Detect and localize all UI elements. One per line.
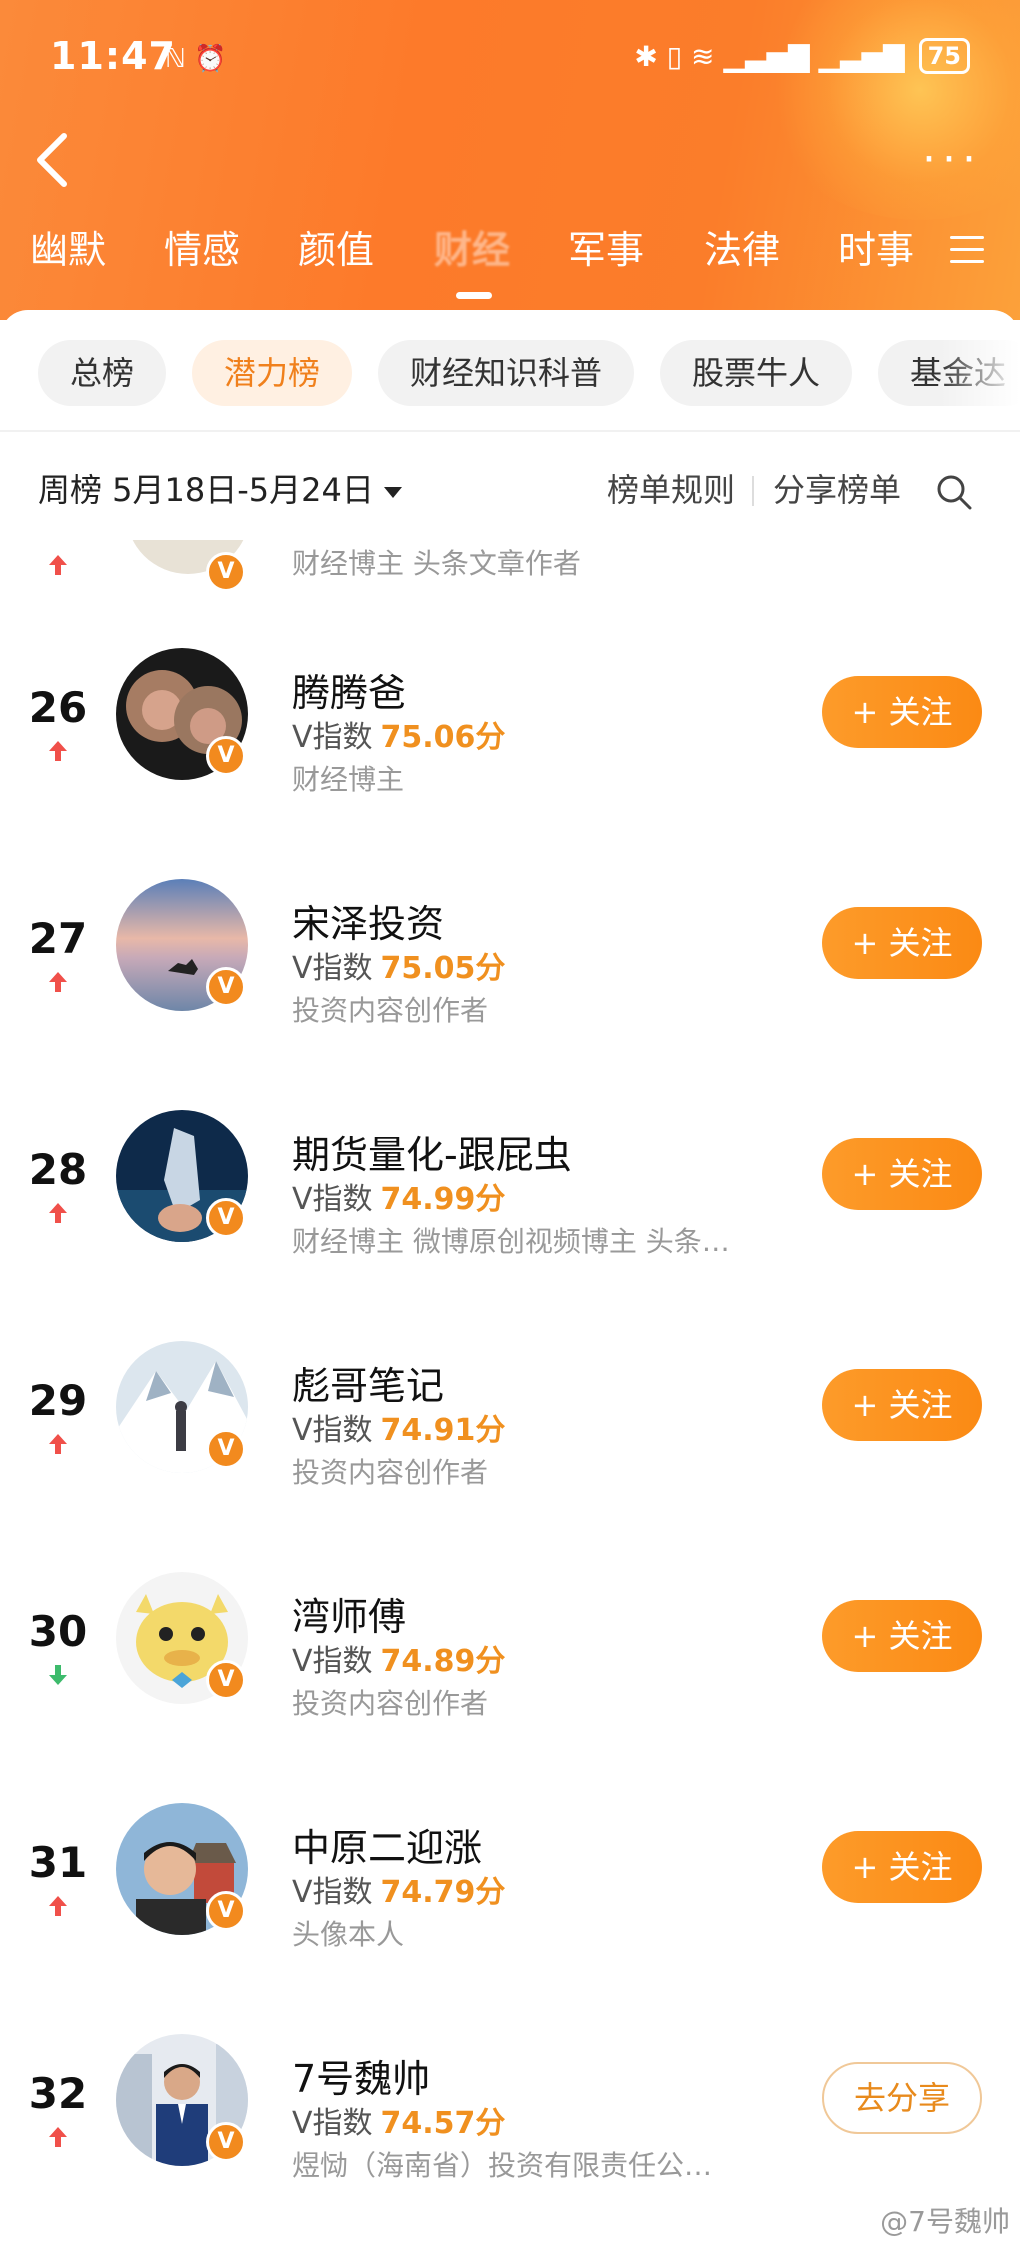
v-index-label: V指数	[292, 951, 373, 986]
connectivity-icons: ✱ ▯ ≋ ▁▃▅▇ ▁▃▅▇	[634, 39, 905, 73]
rank-row[interactable]: 26 V 腾腾爸 V指数 75.06分 财经博主 + 关注	[0, 640, 1020, 871]
rank-row[interactable]: 30 V 湾师傅 V指数 74.89分 投资内容创作者 + 关注	[0, 1564, 1020, 1795]
rank-number: 30	[28, 1607, 88, 1656]
user-name[interactable]: 宋泽投资	[292, 893, 444, 948]
follow-button[interactable]: + 关注	[822, 676, 982, 748]
status-bar: 11:47 ℕ ⏰ ✱ ▯ ≋ ▁▃▅▇ ▁▃▅▇ 75	[0, 30, 1020, 90]
verified-badge-icon: V	[206, 1429, 246, 1469]
chevron-left-icon	[37, 133, 67, 187]
trend-up-icon	[49, 741, 67, 761]
rank-row[interactable]: 32 V 7号魏帅 V指数 74.57分 煜恸（海南省）投资有限责任公… 去分享	[0, 2026, 1020, 2250]
share-button[interactable]: 去分享	[822, 2062, 982, 2134]
v-index-label: V指数	[292, 720, 373, 755]
v-index-label: V指数	[292, 1413, 373, 1448]
verified-badge-icon: V	[206, 1891, 246, 1931]
rank-row[interactable]: 28 V 期货量化-跟屁虫 V指数 74.99分 财经博主 微博原创视频博主 头条…	[0, 1102, 1020, 1333]
trend-up-icon	[49, 1434, 67, 1454]
user-name[interactable]: 彪哥笔记	[292, 1355, 444, 1410]
v-index-label: V指数	[292, 1644, 373, 1679]
status-left-icons: ℕ ⏰	[165, 44, 227, 74]
v-index-label: V指数	[292, 2106, 373, 2141]
rank-row[interactable]: 31 V 中原二迎涨 V指数 74.79分 头像本人 + 关注	[0, 1795, 1020, 2026]
follow-button[interactable]: + 关注	[822, 1369, 982, 1441]
tab-emotion[interactable]: 情感	[164, 220, 240, 280]
tab-looks[interactable]: 颜值	[298, 220, 374, 280]
rank-number: 29	[28, 1376, 88, 1425]
v-index: V指数 75.05分	[292, 943, 505, 987]
trend-up-icon	[49, 1896, 67, 1916]
menu-icon[interactable]	[950, 236, 984, 264]
v-index-label: V指数	[292, 1875, 373, 1910]
tab-law[interactable]: 法律	[704, 220, 780, 280]
trend-up-icon	[49, 972, 67, 992]
user-tags: 投资内容创作者	[292, 1456, 489, 1489]
tab-finance[interactable]: 财经	[434, 220, 510, 280]
battery-icon: 75	[918, 38, 970, 74]
verified-badge-icon: V	[206, 2122, 246, 2162]
user-tags: 财经博主	[292, 763, 405, 796]
v-index-score: 74.89分	[380, 1644, 506, 1679]
user-tags: 投资内容创作者	[292, 994, 489, 1027]
rank-list: V 财经博主 头条文章作者 26 V 腾腾爸 V指数 75.06分 财经博主 + …	[0, 310, 1020, 2250]
v-index: V指数 74.57分	[292, 2098, 505, 2142]
active-tab-indicator	[456, 292, 492, 299]
v-index: V指数 75.06分	[292, 712, 505, 756]
v-index-score: 75.05分	[380, 951, 506, 986]
user-tags: 煜恸（海南省）投资有限责任公…	[292, 2149, 713, 2182]
user-tags: 投资内容创作者	[292, 1687, 489, 1720]
user-name[interactable]: 7号魏帅	[292, 2048, 430, 2103]
trend-up-icon	[49, 555, 67, 575]
user-name[interactable]: 湾师傅	[292, 1586, 406, 1641]
verified-badge-icon: V	[206, 552, 246, 592]
ranking-panel: 总榜 潜力榜 财经知识科普 股票牛人 基金达 周榜 5月18日-5月24日 榜单…	[0, 310, 1020, 2250]
user-name[interactable]: 期货量化-跟屁虫	[292, 1124, 572, 1179]
rank-number: 28	[28, 1145, 88, 1194]
rank-number: 32	[28, 2069, 88, 2118]
v-index: V指数 74.79分	[292, 1867, 505, 1911]
trend-up-icon	[49, 2127, 67, 2147]
partial-rank-row: V 财经博主 头条文章作者	[0, 540, 1020, 610]
status-right: ✱ ▯ ≋ ▁▃▅▇ ▁▃▅▇ 75	[634, 38, 970, 74]
rank-number: 26	[28, 683, 88, 732]
trend-up-icon	[49, 1203, 67, 1223]
user-tags: 财经博主 微博原创视频博主 头条…	[292, 1225, 730, 1258]
follow-button[interactable]: + 关注	[822, 1831, 982, 1903]
v-index: V指数 74.91分	[292, 1405, 505, 1449]
v-index-score: 74.79分	[380, 1875, 506, 1910]
v-index: V指数 74.89分	[292, 1636, 505, 1680]
verified-badge-icon: V	[206, 1660, 246, 1700]
user-name[interactable]: 腾腾爸	[292, 662, 406, 717]
rank-row[interactable]: 29 V 彪哥笔记 V指数 74.91分 投资内容创作者 + 关注	[0, 1333, 1020, 1564]
watermark: @7号魏帅	[880, 2205, 1010, 2238]
user-name[interactable]: 中原二迎涨	[292, 1817, 482, 1872]
back-button[interactable]	[28, 130, 78, 190]
verified-badge-icon: V	[206, 967, 246, 1007]
rank-number: 27	[28, 914, 88, 963]
category-tabs: 幽默 情感 颜值 财经 军事 法律 时事	[0, 220, 1020, 290]
rank-number: 31	[28, 1838, 88, 1887]
user-tags: 财经博主 头条文章作者	[292, 547, 581, 580]
follow-button[interactable]: + 关注	[822, 1600, 982, 1672]
verified-badge-icon: V	[206, 736, 246, 776]
header: 11:47 ℕ ⏰ ✱ ▯ ≋ ▁▃▅▇ ▁▃▅▇ 75 ··· 幽默 情感 颜…	[0, 0, 1020, 320]
verified-badge-icon: V	[206, 1198, 246, 1238]
tab-humor[interactable]: 幽默	[30, 220, 106, 280]
trend-down-icon	[49, 1665, 67, 1685]
status-time: 11:47	[50, 34, 176, 78]
follow-button[interactable]: + 关注	[822, 907, 982, 979]
v-index-score: 75.06分	[380, 720, 506, 755]
v-index-score: 74.99分	[380, 1182, 506, 1217]
user-tags: 头像本人	[292, 1918, 405, 1951]
rank-row[interactable]: 27 V 宋泽投资 V指数 75.05分 投资内容创作者 + 关注	[0, 871, 1020, 1102]
v-index-score: 74.57分	[380, 2106, 506, 2141]
tab-military[interactable]: 军事	[568, 220, 644, 280]
follow-button[interactable]: + 关注	[822, 1138, 982, 1210]
v-index-label: V指数	[292, 1182, 373, 1217]
v-index-score: 74.91分	[380, 1413, 506, 1448]
more-button[interactable]: ···	[922, 138, 982, 182]
tab-current-affairs[interactable]: 时事	[838, 220, 914, 280]
v-index: V指数 74.99分	[292, 1174, 505, 1218]
